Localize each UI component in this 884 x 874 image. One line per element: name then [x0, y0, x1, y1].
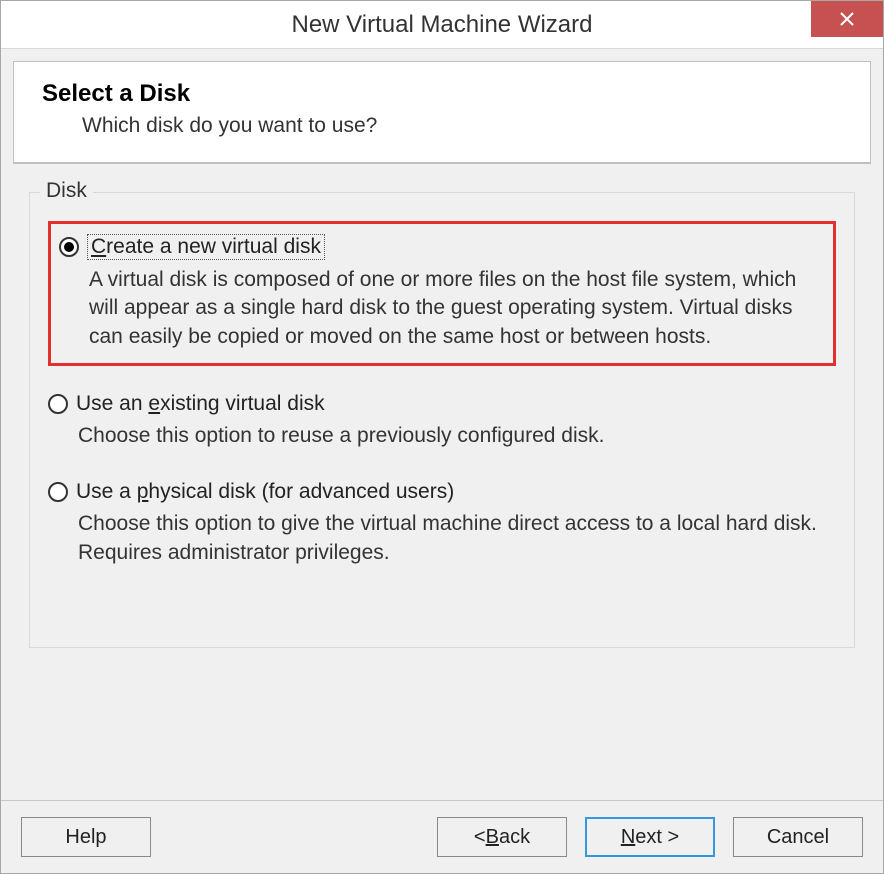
- titlebar: New Virtual Machine Wizard: [1, 1, 883, 49]
- option-description: Choose this option to give the virtual m…: [78, 510, 836, 567]
- option-description: Choose this option to reuse a previously…: [78, 422, 836, 450]
- cancel-button[interactable]: Cancel: [733, 817, 863, 857]
- help-button[interactable]: Help: [21, 817, 151, 857]
- page-title: Select a Disk: [42, 80, 842, 108]
- highlighted-option: Create a new virtual disk A virtual disk…: [48, 221, 836, 366]
- option-block: Use an existing virtual disk Choose this…: [48, 392, 836, 450]
- wizard-window: New Virtual Machine Wizard Select a Disk…: [0, 0, 884, 874]
- window-title: New Virtual Machine Wizard: [292, 11, 593, 39]
- page-subtitle: Which disk do you want to use?: [82, 114, 842, 138]
- radio-icon: [48, 394, 68, 414]
- radio-icon: [59, 237, 79, 257]
- disk-groupbox: Disk Create a new virtual disk A virtual…: [29, 192, 855, 648]
- option-block: Use a physical disk (for advanced users)…: [48, 480, 836, 567]
- radio-option-create-new[interactable]: Create a new virtual disk: [59, 234, 825, 260]
- wizard-footer: Help < Back Next > Cancel: [1, 800, 883, 873]
- radio-label: Create a new virtual disk: [87, 234, 325, 260]
- radio-option-physical[interactable]: Use a physical disk (for advanced users): [48, 480, 836, 504]
- close-button[interactable]: [811, 1, 883, 37]
- radio-label: Use a physical disk (for advanced users): [76, 480, 454, 504]
- radio-option-existing[interactable]: Use an existing virtual disk: [48, 392, 836, 416]
- next-button[interactable]: Next >: [585, 817, 715, 857]
- wizard-content: Disk Create a new virtual disk A virtual…: [1, 164, 883, 800]
- wizard-header: Select a Disk Which disk do you want to …: [13, 61, 871, 163]
- option-description: A virtual disk is composed of one or mor…: [89, 266, 825, 351]
- back-button[interactable]: < Back: [437, 817, 567, 857]
- close-icon: [839, 11, 855, 27]
- radio-icon: [48, 482, 68, 502]
- radio-label: Use an existing virtual disk: [76, 392, 325, 416]
- groupbox-label: Disk: [40, 179, 93, 203]
